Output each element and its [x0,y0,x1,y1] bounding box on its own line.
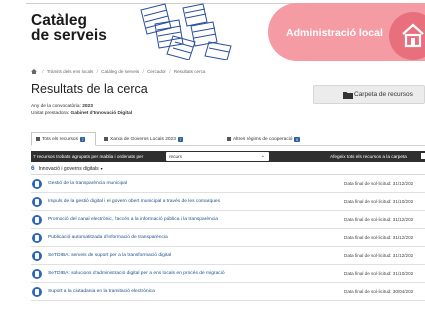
resource-type-icon [32,269,42,279]
folder-icon [343,92,353,99]
result-title-link[interactable]: SeTDIBA: serveis de suport per a la tran… [48,253,171,258]
breadcrumb-item[interactable]: Catàleg de serveis [101,69,139,74]
year-value: 2023 [82,104,93,109]
result-title-link[interactable]: Impuls de la gestió digital i el govern … [48,199,220,204]
carpeta-recursos-label: Carpeta de recursos [354,91,413,98]
tab-altres-regims[interactable]: Altres règims de cooperació 0 [223,132,313,146]
grid-icon [36,137,40,141]
result-row: Promoció del canal electrònic, l'accés a… [31,211,425,229]
result-deadline: Data final de sol·licitud: 31/12/202 [344,253,414,258]
unit-value: Gabinet d'Innovació Digital [70,111,133,116]
home-icon[interactable] [31,69,37,74]
resource-type-icon [32,197,42,207]
tab-label: Tots els recursos [42,136,78,142]
tab-all-resources[interactable]: Tots els recursos 7 [31,132,96,146]
add-all-to-folder-link[interactable]: Afegeix tots els recursos a la carpeta [330,154,407,159]
results-count: 7 recursos trobats agrupats per mablia i… [33,154,144,159]
result-deadline: Data final de sol·licitud: 31/10/202 [344,199,414,204]
grid-icon [104,137,108,141]
result-title-link[interactable]: Suport a la ciutadania en la tramitació … [48,289,155,294]
unit-info: Unitat prestadora: Gabinet d'Innovació D… [31,111,132,116]
logo-line-1: Catàleg [31,12,87,29]
tab-xarxa-governs[interactable]: Xarxa de Governs Locals 2023 7 [100,132,221,146]
result-deadline: Data final de sol·licitud: 31/12/202 [344,217,414,222]
admin-local-label: Administració local [286,27,383,39]
tab-count-badge: 7 [80,136,86,142]
sort-select-value: recurs [169,154,183,159]
logo-line-2: de serveis [31,27,107,44]
result-row: SeTDIBA: serveis de suport per a la tran… [31,247,425,265]
group-label: Innovació i governs digitals [38,165,99,172]
result-deadline: Data final de sol·licitud: 31/10/202 [344,271,414,276]
building-icon [402,23,424,48]
result-deadline: Data final de sol·licitud: 30/04/202 [344,289,414,294]
grid-icon [227,137,231,141]
breadcrumb-item[interactable]: Tràmits dels ens locals [47,69,94,74]
add-all-icon[interactable] [421,153,425,159]
resource-type-icon [32,233,42,243]
group-number: 6 [31,165,35,172]
resource-type-icon [32,215,42,225]
tab-label: Altres règims de cooperació [233,136,293,142]
tab-count-badge: 7 [177,136,184,142]
year-label: Any de la convocatòria: [31,104,81,109]
group-header[interactable]: 6 Innovació i governs digitals ▾ [31,164,425,173]
result-deadline: Data final de sol·licitud: 31/12/202 [344,181,414,186]
result-deadline: Data final de sol·licitud: 31/12/202 [344,235,414,240]
site-logo-text[interactable]: Catàleg de serveis [31,12,107,44]
result-row: Gestió de la transparència municipal Dat… [31,175,425,193]
result-title-link[interactable]: Publicació automatitzada d'informació de… [48,235,168,240]
carpeta-recursos-button[interactable]: Carpeta de recursos [313,85,425,104]
unit-label: Unitat prestadora: [31,111,70,116]
breadcrumb-item[interactable]: Cercador [147,69,166,74]
year-info: Any de la convocatòria: 2023 [31,104,93,109]
site-header: Catàleg de serveis Administració local [0,0,425,62]
breadcrumb: / Tràmits dels ens locals / Catàleg de s… [31,69,205,74]
tab-count-badge: 0 [294,136,300,142]
sort-select[interactable]: recurs ⌄ [166,152,269,161]
result-row: Impuls de la gestió digital i el govern … [31,193,425,211]
chevron-down-icon: ⌄ [260,153,265,159]
result-row: Publicació automatitzada d'informació de… [31,229,425,247]
tab-label: Xarxa de Governs Locals 2023 [110,136,176,142]
resource-type-icon [32,179,42,189]
result-title-link[interactable]: SeTDIBA: solucions d'administració digit… [48,271,225,276]
results-tabs: Tots els recursos 7 Xarxa de Governs Loc… [31,132,425,146]
results-toolbar: 7 recursos trobats agrupats per mablia i… [31,151,425,162]
page-title: Resultats de la cerca [31,82,148,96]
result-row: SeTDIBA: solucions d'administració digit… [31,265,425,283]
resource-type-icon [32,287,42,297]
caret-down-icon: ▾ [100,166,103,171]
catalog-logo-icon [140,3,232,60]
result-row: Suport a la ciutadania en la tramitació … [31,283,425,301]
result-title-link[interactable]: Promoció del canal electrònic, l'accés a… [48,217,218,222]
breadcrumb-current: Resultats cerca [173,69,206,74]
result-title-link[interactable]: Gestió de la transparència municipal [48,181,127,186]
resource-type-icon [32,251,42,261]
